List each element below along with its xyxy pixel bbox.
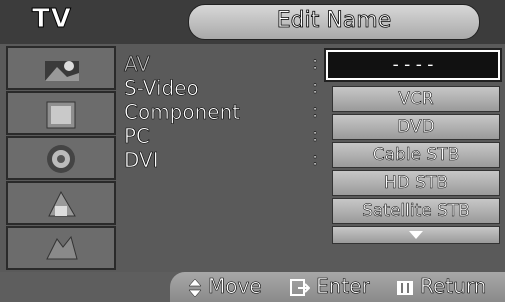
separator: : bbox=[312, 53, 319, 75]
option-vcr[interactable]: VCR bbox=[332, 86, 500, 112]
separator: : bbox=[312, 125, 319, 147]
bottom-bar: Move Enter Return bbox=[0, 272, 505, 302]
channel-icon bbox=[47, 145, 75, 173]
menu-sound[interactable] bbox=[6, 91, 116, 135]
tv-osd-screen: TV Edit Name AV S-Video Component PC DVI… bbox=[0, 0, 505, 302]
picture-icon bbox=[45, 61, 79, 81]
sound-icon bbox=[46, 101, 76, 129]
page-title: Edit Name bbox=[276, 8, 392, 34]
separator-column: : : : : : bbox=[312, 52, 319, 172]
menu-icon bbox=[397, 280, 413, 295]
setup-icon bbox=[48, 190, 76, 217]
tv-label: TV bbox=[32, 4, 72, 35]
move-hint: Move bbox=[188, 274, 262, 298]
separator: : bbox=[312, 101, 319, 123]
title-pill: Edit Name bbox=[188, 4, 480, 40]
menu-channel[interactable] bbox=[6, 136, 116, 180]
name-options-list: - - - - VCR DVD Cable STB HD STB Satelli… bbox=[324, 48, 502, 244]
menu-icon-column bbox=[6, 46, 116, 272]
enter-icon bbox=[290, 278, 310, 296]
source-av[interactable]: AV bbox=[124, 52, 240, 77]
menu-setup[interactable] bbox=[6, 181, 116, 225]
enter-label: Enter bbox=[316, 274, 370, 299]
source-dvi[interactable]: DVI bbox=[124, 148, 240, 173]
option-satellite-stb[interactable]: Satellite STB bbox=[332, 198, 500, 224]
source-component[interactable]: Component bbox=[124, 100, 241, 125]
separator: : bbox=[312, 149, 319, 171]
option-hd-stb[interactable]: HD STB bbox=[332, 170, 500, 196]
separator: : bbox=[312, 77, 319, 99]
source-list: AV S-Video Component PC DVI bbox=[124, 52, 241, 173]
menu-picture[interactable] bbox=[6, 46, 116, 90]
source-s-video[interactable]: S-Video bbox=[124, 76, 240, 101]
move-label: Move bbox=[208, 274, 262, 299]
source-pc[interactable]: PC bbox=[124, 124, 240, 149]
input-icon bbox=[46, 235, 78, 260]
option-dvd[interactable]: DVD bbox=[332, 114, 500, 140]
hint-bar: Move Enter Return bbox=[170, 272, 505, 302]
scroll-down-button[interactable] bbox=[332, 226, 500, 244]
arrow-down-icon bbox=[409, 231, 423, 239]
enter-hint: Enter bbox=[290, 274, 370, 298]
return-label: Return bbox=[420, 274, 487, 299]
name-input-field[interactable]: - - - - bbox=[324, 48, 502, 82]
up-down-arrow-icon bbox=[188, 278, 202, 297]
title-bar: TV Edit Name bbox=[0, 0, 505, 44]
menu-input[interactable] bbox=[6, 226, 116, 270]
return-hint: Return bbox=[396, 274, 487, 299]
option-cable-stb[interactable]: Cable STB bbox=[332, 142, 500, 168]
